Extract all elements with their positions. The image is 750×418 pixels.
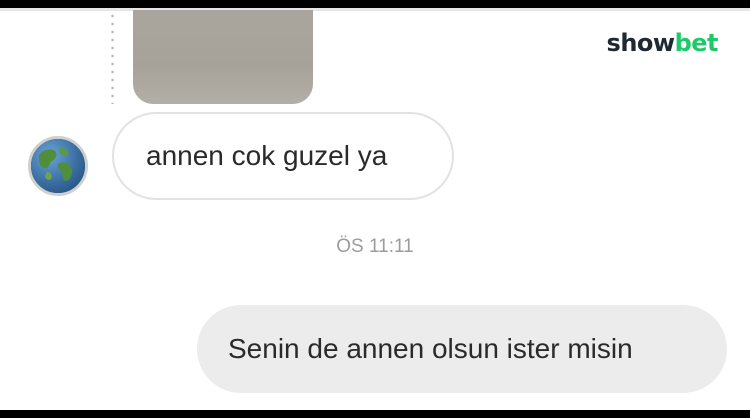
incoming-message-bubble[interactable]: annen cok guzel ya [112, 112, 454, 200]
top-divider [0, 8, 750, 11]
brand-name-bet: bet [674, 29, 719, 57]
outgoing-message-bubble[interactable]: Senin de annen olsun ister misin [197, 305, 727, 393]
shared-image-preview[interactable] [133, 10, 313, 104]
avatar[interactable] [28, 136, 88, 196]
message-timestamp: ÖS 11:11 [336, 236, 414, 257]
top-frame-bar [0, 0, 750, 8]
outgoing-message-text: Senin de annen olsun ister misin [228, 333, 633, 364]
brand-name-show: show [606, 29, 676, 57]
globe-icon [31, 139, 85, 193]
brand-watermark: showbet [606, 26, 719, 60]
bottom-frame-bar [0, 410, 750, 418]
incoming-message-text: annen cok guzel ya [146, 140, 388, 171]
thread-connector [111, 12, 114, 104]
